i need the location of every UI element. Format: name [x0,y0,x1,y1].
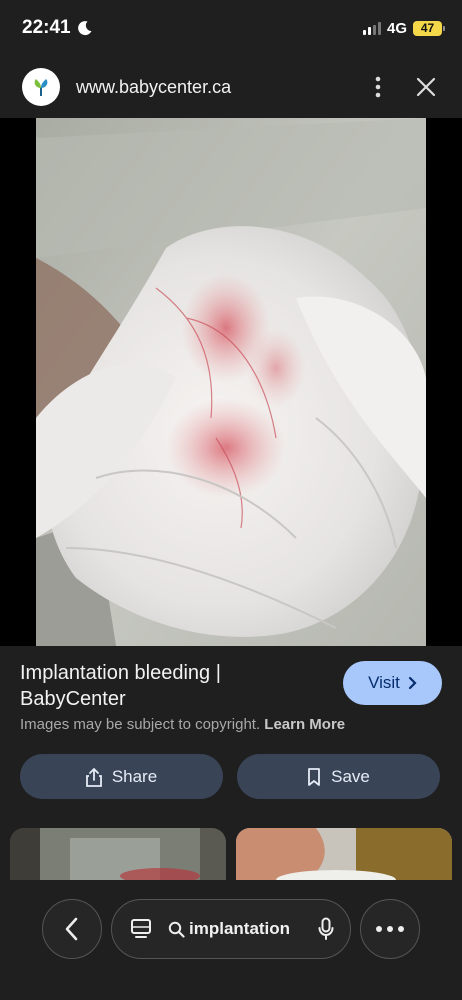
related-image-thumbnail[interactable] [236,828,452,880]
lens-icon[interactable] [130,918,152,940]
save-button[interactable]: Save [237,754,440,799]
site-logo-icon [22,68,60,106]
status-time: 22:41 [22,17,71,38]
bottom-navigation-bar: implantation [0,880,462,1000]
battery-icon: 47 [413,20,445,36]
learn-more-link[interactable]: Learn More [264,716,345,733]
search-pill[interactable]: implantation [111,899,351,959]
back-button[interactable] [42,899,102,959]
status-indicators: 4G 47 [362,19,445,37]
image-viewer [0,118,462,646]
search-query[interactable]: implantation [189,919,318,939]
mic-icon[interactable] [318,917,334,941]
status-time-group: 22:41 [22,17,93,39]
copyright-notice: Images may be subject to copyright. Lear… [20,716,345,733]
result-photo[interactable] [36,118,426,646]
copyright-text: Images may be subject to copyright. [20,716,261,733]
related-image-thumbnail[interactable] [10,828,226,880]
share-icon [85,767,102,787]
site-url[interactable]: www.babycenter.ca [76,77,364,98]
close-icon[interactable] [412,73,440,101]
more-vert-icon[interactable] [364,73,392,101]
visit-label: Visit [368,673,400,692]
battery-level: 47 [420,21,435,35]
status-bar: 22:41 4G 47 [0,0,462,56]
url-bar: www.babycenter.ca [0,56,462,118]
chevron-right-icon [408,676,417,690]
result-title-line1: Implantation bleeding | [20,662,221,684]
network-label: 4G [386,19,407,37]
search-icon [168,921,185,938]
share-button[interactable]: Share [20,754,223,799]
bookmark-icon [308,767,321,786]
share-label: Share [111,766,158,786]
save-label: Save [331,766,370,786]
result-title[interactable]: Implantation bleeding | BabyCenter [20,660,320,712]
moon-icon [77,21,92,36]
result-title-line2: BabyCenter [20,688,126,710]
back-arrow-icon [65,917,78,941]
more-horiz-icon[interactable] [360,899,420,959]
signal-icon [362,21,381,35]
visit-button[interactable]: Visit [343,661,442,705]
